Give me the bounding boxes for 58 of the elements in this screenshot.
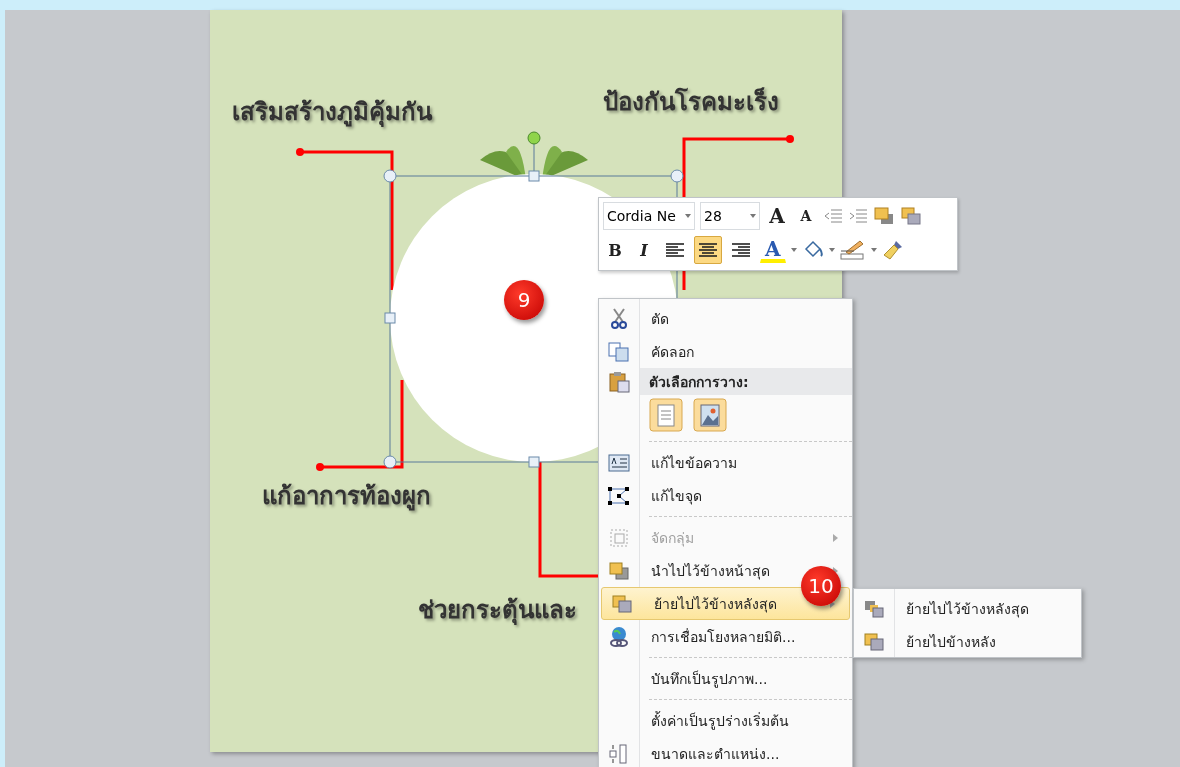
- resize-handle[interactable]: [383, 455, 397, 469]
- pencil-outline-icon[interactable]: [839, 239, 866, 261]
- group-icon: [608, 526, 630, 549]
- menu-section-header: ตัวเลือกการวาง:: [648, 372, 749, 392]
- align-left-icon: [665, 242, 685, 258]
- menu-item[interactable]: ขนาดและตำแหน่ง...: [599, 737, 852, 767]
- paste-icon: [608, 370, 630, 393]
- paste-picture-icon[interactable]: [693, 398, 727, 432]
- align-center-button[interactable]: [694, 236, 722, 264]
- send-backward-icon: [863, 631, 885, 652]
- menu-item[interactable]: แก้ไขข้อความ: [599, 446, 852, 479]
- slide-label: ป้องกันโรคมะเร็ง: [603, 86, 779, 118]
- menu-item[interactable]: คัดลอก: [599, 335, 852, 368]
- bring-front-icon: [608, 560, 630, 581]
- paintbrush-icon[interactable]: [881, 239, 904, 261]
- line-end-dot: [786, 135, 794, 143]
- font-name-field[interactable]: Cordia Ne: [603, 202, 695, 230]
- send-back-icon: [611, 593, 633, 614]
- resize-handle[interactable]: [670, 169, 684, 183]
- slide-label: ช่วยกระตุ้นและ: [418, 595, 577, 627]
- menu-item[interactable]: ย้ายไปข้างหลัง: [854, 625, 1081, 658]
- grow-font-button[interactable]: A: [765, 202, 789, 230]
- resize-handle[interactable]: [383, 169, 397, 183]
- slide-label: เสริมสร้างภูมิคุ้มกัน: [232, 97, 432, 129]
- rotate-handle[interactable]: [527, 131, 541, 145]
- font-size-field[interactable]: 28: [700, 202, 760, 230]
- dropdown-arrow-icon[interactable]: [870, 248, 877, 252]
- italic-button[interactable]: I: [632, 236, 656, 264]
- menu-item[interactable]: ตัด: [599, 302, 852, 335]
- menu-item[interactable]: ตั้งค่าเป็นรูปร่างเริ่มต้น: [599, 704, 852, 737]
- decrease-indent-icon[interactable]: [823, 207, 843, 225]
- scissors-icon: [610, 307, 628, 330]
- line-end-dot: [316, 463, 324, 471]
- copy-icon: [608, 341, 630, 362]
- slide-label: แก้อาการท้องผูก: [262, 481, 431, 513]
- align-right-icon: [731, 242, 751, 258]
- edit-points-icon: [607, 485, 631, 506]
- menu-item[interactable]: ย้ายไปไว้ข้างหลังสุด: [854, 592, 1081, 625]
- resize-handle[interactable]: [528, 170, 540, 182]
- font-color-button[interactable]: A: [760, 237, 786, 263]
- paste-text-icon[interactable]: [649, 398, 683, 432]
- resize-handle[interactable]: [384, 312, 396, 324]
- shrink-font-button[interactable]: A: [794, 202, 818, 230]
- align-center-icon: [698, 242, 718, 258]
- bring-forward-icon[interactable]: [873, 206, 895, 226]
- text-box-icon: [608, 453, 630, 472]
- menu-item[interactable]: การเชื่อมโยงหลายมิติ...: [599, 620, 852, 653]
- increase-indent-icon[interactable]: [848, 207, 868, 225]
- bold-button[interactable]: B: [603, 236, 627, 264]
- resize-handle[interactable]: [528, 456, 540, 468]
- send-to-back-icon: [863, 598, 885, 619]
- line-end-dot: [296, 148, 304, 156]
- dropdown-arrow-icon[interactable]: [828, 248, 835, 252]
- menu-item[interactable]: บันทึกเป็นรูปภาพ...: [599, 662, 852, 695]
- send-backward-icon[interactable]: [900, 206, 922, 226]
- dropdown-arrow-icon[interactable]: [790, 248, 797, 252]
- menu-item[interactable]: แก้ไขจุด: [599, 479, 852, 512]
- globe-link-icon: [608, 625, 630, 648]
